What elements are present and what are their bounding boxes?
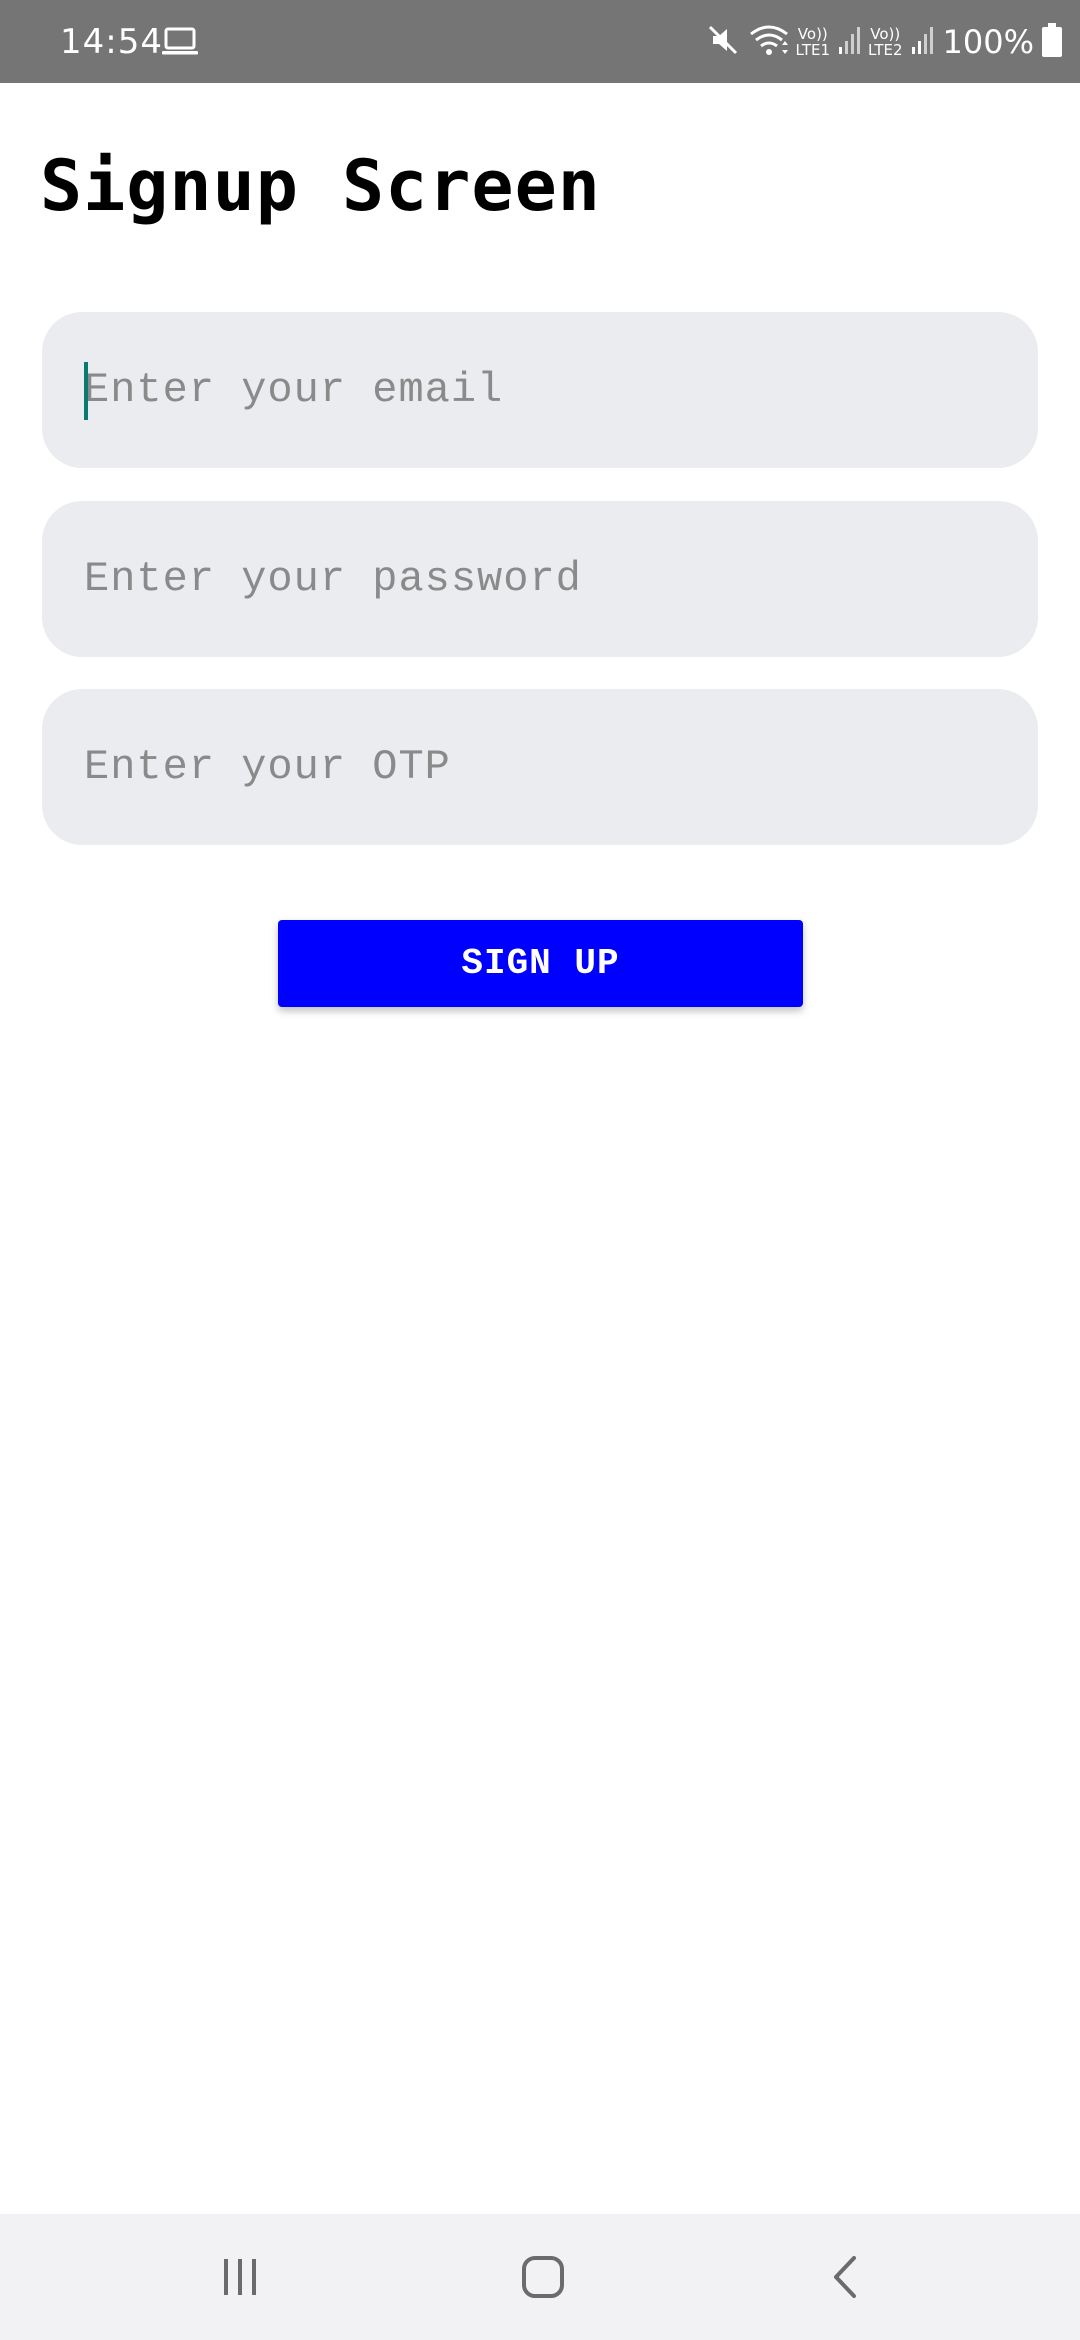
recents-icon [218,2255,262,2304]
otp-field-container[interactable] [42,689,1038,845]
system-nav-bar [0,2214,1080,2340]
signal-icon [838,25,862,60]
home-icon [520,2254,566,2305]
email-input[interactable] [84,312,984,468]
signup-screen: 14:54 Vo)) LTE1 Vo)) LTE2 100% Signup Sc… [0,0,1080,2340]
battery-icon [1042,22,1062,62]
status-icons: Vo)) LTE1 Vo)) LTE2 100% [698,14,1062,70]
email-field-container[interactable] [42,312,1038,468]
password-input[interactable] [84,501,984,657]
page-title: Signup Screen [40,145,601,227]
back-icon [826,2254,866,2305]
signal-icon [911,25,935,60]
password-field-container[interactable] [42,501,1038,657]
sign-up-button[interactable]: SIGN UP [278,920,803,1007]
mute-icon [706,23,740,62]
otp-input[interactable] [84,689,984,845]
text-cursor [84,362,88,420]
status-bar: 14:54 Vo)) LTE1 Vo)) LTE2 100% [0,0,1080,83]
wifi-icon [748,23,790,62]
sim2-label: Vo)) LTE2 [868,25,903,59]
recents-button[interactable] [200,2244,280,2314]
laptop-icon [162,26,198,58]
status-time: 14:54 [60,22,163,62]
battery-percent: 100% [942,23,1034,61]
home-button[interactable] [503,2244,583,2314]
back-button[interactable] [806,2244,886,2314]
sim1-label: Vo)) LTE1 [795,25,831,59]
